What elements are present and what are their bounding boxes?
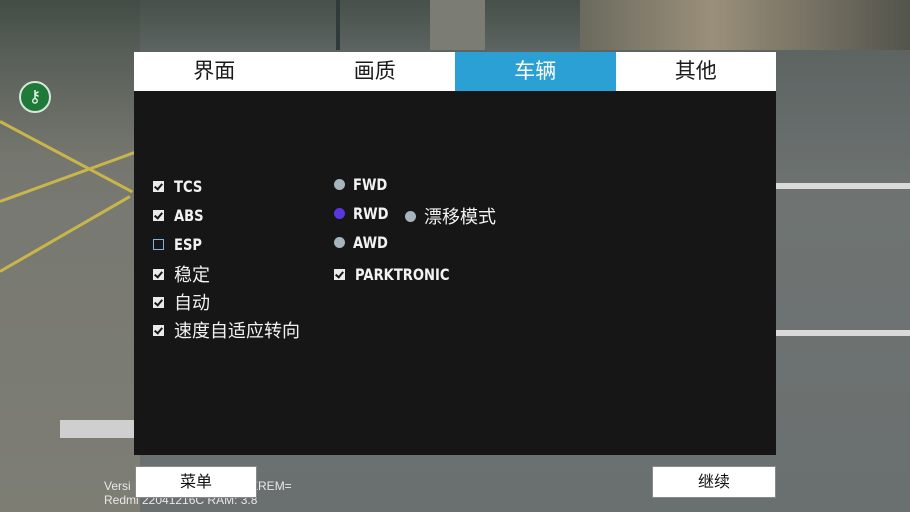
option-esp[interactable]: ESP: [153, 235, 208, 254]
tab-graphics[interactable]: 画质: [294, 52, 455, 91]
option-label: ABS: [174, 206, 204, 225]
tab-other[interactable]: 其他: [615, 52, 776, 91]
option-label: 速度自适应转向: [174, 321, 300, 342]
option-label: ESP: [174, 235, 203, 254]
continue-button[interactable]: 继续: [652, 466, 776, 498]
checkbox-icon[interactable]: [153, 210, 164, 221]
radio-fwd[interactable]: FWD: [334, 175, 395, 194]
option-label: 漂移模式: [424, 207, 496, 228]
checkbox-icon[interactable]: [153, 324, 164, 336]
lamp-post: [336, 0, 340, 50]
option-label: 稳定: [174, 265, 210, 286]
radio-rwd[interactable]: RWD: [334, 204, 396, 223]
lane-marking: [776, 183, 910, 189]
checkbox-icon[interactable]: [153, 239, 164, 250]
settings-panel: 界面 画质 车辆 其他 TCS ABS ESP 稳定 自动 速度自适应转向 FW…: [134, 52, 776, 455]
option-label: FWD: [353, 175, 388, 194]
lane-marking: [776, 330, 910, 336]
radio-icon[interactable]: [334, 208, 345, 219]
radio-awd[interactable]: AWD: [334, 233, 396, 252]
radio-drift-mode[interactable]: 漂移模式: [405, 203, 496, 229]
option-label: RWD: [353, 204, 389, 223]
option-parktronic[interactable]: PARKTRONIC: [334, 265, 470, 284]
wrench-lock-icon[interactable]: ⚷: [19, 81, 51, 113]
option-label: 自动: [174, 293, 210, 314]
crosswalk-stripe: [60, 420, 134, 438]
checkbox-icon[interactable]: [153, 296, 164, 308]
tab-bar: 界面 画质 车辆 其他: [134, 52, 776, 91]
tree-trunk: [430, 0, 485, 50]
tab-interface[interactable]: 界面: [134, 52, 295, 91]
option-label: PARKTRONIC: [355, 265, 450, 284]
radio-icon[interactable]: [334, 237, 345, 248]
checkbox-icon[interactable]: [153, 181, 164, 192]
checkbox-icon[interactable]: [153, 268, 164, 280]
option-stability[interactable]: 稳定: [153, 261, 210, 287]
option-auto[interactable]: 自动: [153, 289, 210, 315]
menu-button[interactable]: 菜单: [135, 466, 257, 498]
tab-vehicle[interactable]: 车辆: [455, 52, 616, 91]
radio-icon[interactable]: [334, 179, 345, 190]
option-label: TCS: [174, 177, 203, 196]
option-abs[interactable]: ABS: [153, 206, 210, 225]
radio-icon[interactable]: [405, 210, 416, 222]
option-speed-adaptive-steering[interactable]: 速度自适应转向: [153, 317, 300, 343]
option-tcs[interactable]: TCS: [153, 177, 208, 196]
version-line1-left: Versi: [104, 479, 131, 493]
checkbox-icon[interactable]: [334, 269, 345, 280]
option-label: AWD: [353, 233, 388, 252]
building: [580, 0, 910, 50]
